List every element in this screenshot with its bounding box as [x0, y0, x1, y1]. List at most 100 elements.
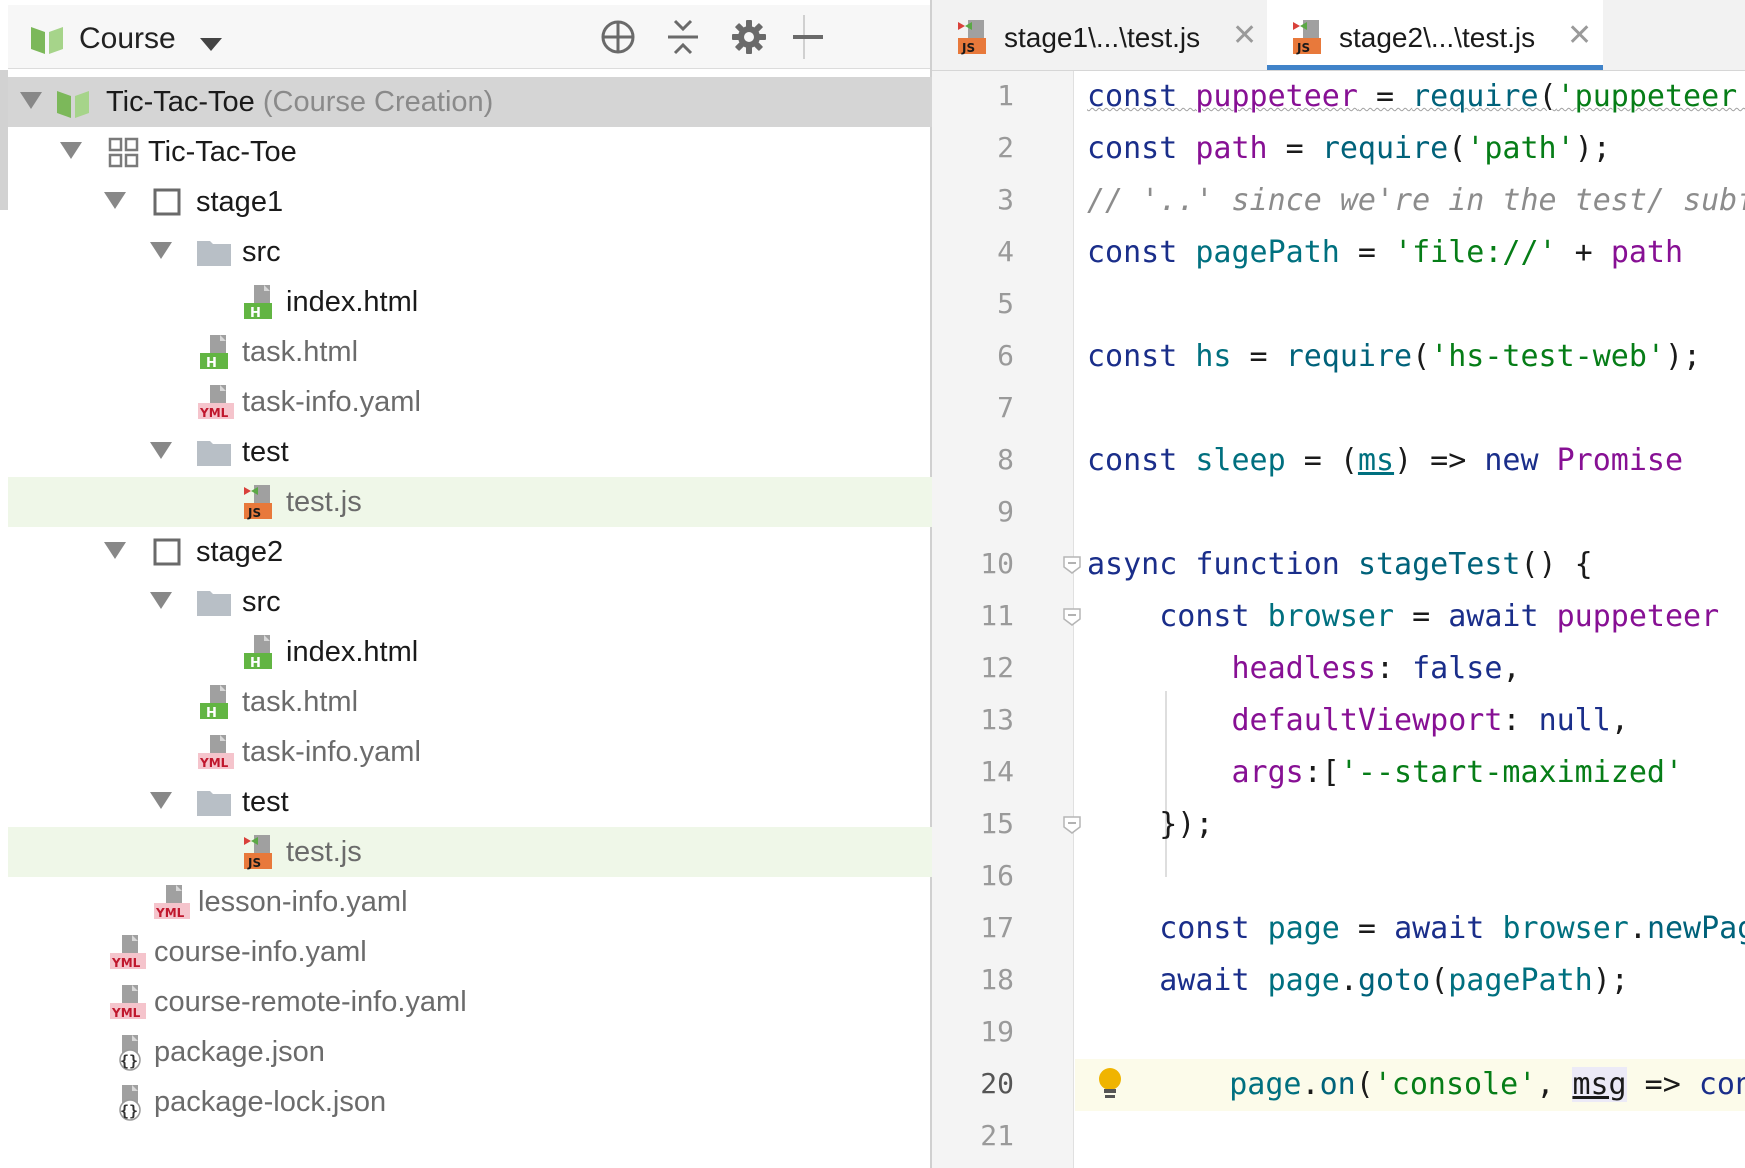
tree-item-file[interactable]: YML task-info.yaml	[8, 377, 932, 427]
code-line[interactable]: // '..' since we're in the test/ subfold…	[1075, 175, 1745, 227]
code-line[interactable]: const path = require('path');	[1075, 123, 1745, 175]
tree-item-label: src	[242, 236, 281, 268]
tree-item-lesson[interactable]: Tic-Tac-Toe	[8, 127, 932, 177]
tab-label: stage1\...\test.js	[1004, 22, 1201, 53]
code-token: await	[1394, 911, 1503, 946]
panel-header: Course	[8, 5, 930, 69]
code-line-text: // '..' since we're in the test/ subfold…	[1087, 175, 1745, 227]
svg-text:H: H	[206, 356, 217, 371]
tree-item-file[interactable]: YML course-remote-info.yaml	[8, 977, 932, 1027]
svg-text:H: H	[250, 656, 261, 671]
code-editor: JS stage1\...\test.js ✕ JS stage2\...\te…	[932, 0, 1745, 1168]
code-token: args	[1231, 755, 1304, 790]
code-line[interactable]: headless: false,	[1075, 643, 1745, 695]
code-line[interactable]	[1075, 487, 1745, 539]
line-number: 2	[997, 131, 1014, 164]
panel-scrollbar[interactable]	[0, 70, 8, 210]
code-token: const	[1087, 443, 1196, 478]
code-line[interactable]: });	[1075, 799, 1745, 851]
code-line[interactable]: async function stageTest() {	[1075, 539, 1745, 591]
expand-arrow-icon[interactable]	[20, 92, 42, 109]
code-token: ) =>	[1394, 443, 1485, 478]
code-area[interactable]: const puppeteer = require('puppeteer');c…	[1075, 71, 1745, 1168]
folder-icon	[196, 783, 232, 821]
code-line[interactable]: const sleep = (ms) => new Promise	[1075, 435, 1745, 487]
code-line-text: const path = require('path');	[1087, 123, 1611, 175]
tree-item-file[interactable]: YML lesson-info.yaml	[8, 877, 932, 927]
tree-item-label: test.js	[286, 486, 362, 518]
code-line[interactable]	[1075, 383, 1745, 435]
tree-item-file[interactable]: JS test.js	[8, 477, 932, 527]
code-token: async function	[1087, 547, 1358, 582]
tree-item-file[interactable]: H index.html	[8, 627, 932, 677]
tree-item-file[interactable]: YML task-info.yaml	[8, 727, 932, 777]
tree-item-folder[interactable]: src	[8, 577, 932, 627]
expand-arrow-icon[interactable]	[150, 242, 172, 259]
html-file-icon: H	[196, 683, 232, 721]
code-line[interactable]: const browser = await puppeteer	[1075, 591, 1745, 643]
code-line[interactable]: const page = await browser.newPage	[1075, 903, 1745, 955]
code-token: sleep	[1195, 443, 1286, 478]
code-line[interactable]: const hs = require('hs-test-web');	[1075, 331, 1745, 383]
code-line-text: const page = await browser.newPage	[1087, 903, 1745, 955]
tree-item-folder[interactable]: test	[8, 777, 932, 827]
json-file-icon: {}	[112, 1033, 148, 1071]
tree-item-file[interactable]: JS test.js	[8, 827, 932, 877]
expand-arrow-icon[interactable]	[150, 442, 172, 459]
panel-title[interactable]: Course	[79, 22, 176, 56]
locate-icon[interactable]	[598, 17, 638, 57]
expand-arrow-icon[interactable]	[104, 542, 126, 559]
code-line[interactable]: const pagePath = 'file://' + path	[1075, 227, 1745, 279]
code-line[interactable]: defaultViewport: null,	[1075, 695, 1745, 747]
code-line[interactable]: args:['--start-maximized'	[1075, 747, 1745, 799]
code-line[interactable]	[1075, 1111, 1745, 1163]
tree-item-folder[interactable]: src	[8, 227, 932, 277]
expand-arrow-icon[interactable]	[60, 142, 82, 159]
code-token: page	[1267, 911, 1340, 946]
tab-stage1-test-js[interactable]: JS stage1\...\test.js ✕	[932, 0, 1267, 70]
tree-item-file[interactable]: {} package.json	[8, 1027, 932, 1077]
editor-tab-bar: JS stage1\...\test.js ✕ JS stage2\...\te…	[932, 0, 1745, 71]
code-line[interactable]	[1075, 279, 1745, 331]
code-token: = (	[1285, 443, 1358, 478]
yaml-file-icon: YML	[108, 983, 146, 1021]
code-token: 'puppeteer');	[1556, 79, 1745, 114]
tree-item-file[interactable]: H index.html	[8, 277, 932, 327]
code-line[interactable]: await page.goto(pagePath);	[1075, 955, 1745, 1007]
svg-text:JS: JS	[247, 506, 261, 520]
tree-item-stage1[interactable]: stage1	[8, 177, 932, 227]
code-line[interactable]: page.on('console', msg => console	[1075, 1059, 1745, 1111]
gear-icon[interactable]	[729, 17, 769, 57]
code-token: 'path'	[1466, 131, 1575, 166]
html-file-icon: H	[240, 283, 276, 321]
line-number: 10	[980, 547, 1014, 580]
tree-item-folder[interactable]: test	[8, 427, 932, 477]
code-line[interactable]: const puppeteer = require('puppeteer');	[1075, 71, 1745, 123]
expand-arrow-icon[interactable]	[150, 792, 172, 809]
close-icon[interactable]: ✕	[1567, 18, 1592, 53]
minimize-icon[interactable]	[788, 17, 828, 57]
tree-item-file[interactable]: YML course-info.yaml	[8, 927, 932, 977]
code-line-text: await page.goto(pagePath);	[1087, 955, 1629, 1007]
code-token: ,	[1610, 703, 1629, 738]
tree-item-course-root[interactable]: Tic-Tac-Toe (Course Creation)	[8, 77, 932, 127]
expand-arrow-icon[interactable]	[104, 192, 126, 209]
collapse-all-icon[interactable]	[663, 17, 703, 57]
line-number: 9	[997, 495, 1014, 528]
tab-stage2-test-js[interactable]: JS stage2\...\test.js ✕	[1267, 0, 1603, 70]
svg-text:H: H	[250, 306, 261, 321]
close-icon[interactable]: ✕	[1232, 18, 1257, 53]
tree-item-file[interactable]: H task.html	[8, 327, 932, 377]
expand-arrow-icon[interactable]	[150, 592, 172, 609]
code-token: defaultViewport	[1231, 703, 1503, 738]
code-token: (	[1538, 79, 1557, 114]
tree-item-stage2[interactable]: stage2	[8, 527, 932, 577]
tree-item-file[interactable]: {} package-lock.json	[8, 1077, 932, 1127]
code-line[interactable]	[1075, 851, 1745, 903]
tree-item-file[interactable]: H task.html	[8, 677, 932, 727]
json-file-icon: {}	[112, 1083, 148, 1121]
chevron-down-icon[interactable]	[200, 38, 222, 51]
code-line[interactable]	[1075, 1007, 1745, 1059]
